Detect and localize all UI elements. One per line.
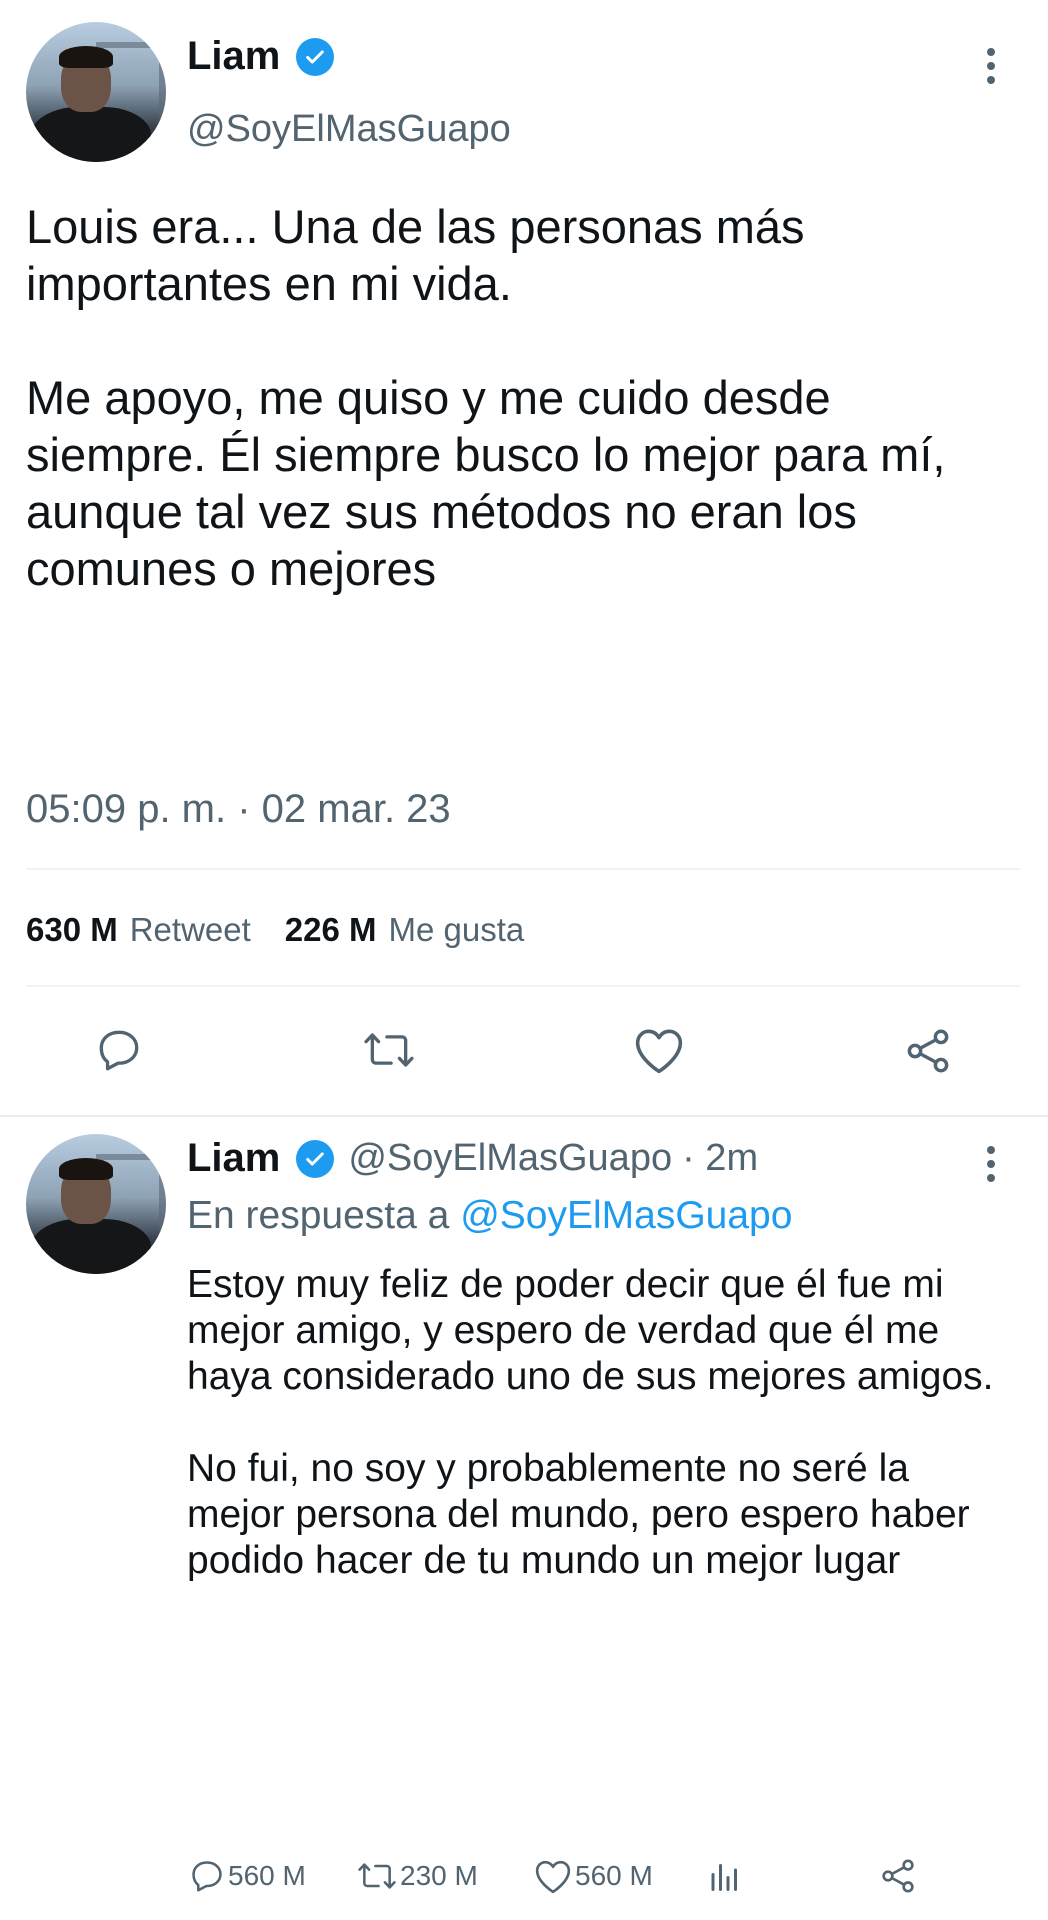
reply-to-mention-link[interactable]: @SoyElMasGuapo (460, 1194, 792, 1237)
reply-to-line: En respuesta a @SoyElMasGuapo (187, 1194, 792, 1238)
author-handle[interactable]: @SoyElMasGuapo (187, 108, 511, 151)
analytics-icon[interactable] (707, 1858, 743, 1894)
reply-author-handle[interactable]: @SoyElMasGuapo (348, 1137, 672, 1180)
reply-action[interactable]: 560 M (188, 1857, 306, 1895)
more-options-icon[interactable] (984, 1146, 998, 1188)
reply-to-prefix: En respuesta a (187, 1194, 450, 1237)
retweets-count[interactable]: 630 M (26, 911, 118, 949)
retweet-icon[interactable] (361, 1025, 417, 1075)
retweets-label[interactable]: Retweet (130, 911, 251, 949)
avatar[interactable] (26, 1134, 166, 1274)
share-icon[interactable] (878, 1856, 918, 1896)
author-name[interactable]: Liam (187, 34, 280, 79)
like-icon[interactable] (533, 1857, 573, 1895)
likes-count[interactable]: 226 M (285, 911, 377, 949)
share-icon[interactable] (902, 1025, 954, 1077)
verified-badge-icon (296, 37, 335, 76)
reply-icon[interactable] (188, 1857, 226, 1895)
author-row: Liam (187, 34, 335, 79)
retweet-count: 230 M (400, 1860, 478, 1891)
engagement-stats: 630 M Retweet 226 M Me gusta (26, 911, 524, 949)
more-options-icon[interactable] (984, 48, 998, 90)
like-icon[interactable] (632, 1025, 686, 1075)
reply-icon[interactable] (94, 1025, 144, 1075)
tweet-timestamp[interactable]: 05:09 p. m. · 02 mar. 23 (26, 787, 451, 832)
divider (0, 1115, 1048, 1117)
like-action[interactable]: 560 M (533, 1857, 653, 1895)
likes-label[interactable]: Me gusta (389, 911, 525, 949)
divider (26, 985, 1020, 987)
verified-badge-icon (296, 1139, 335, 1178)
reply-author-name[interactable]: Liam (187, 1136, 280, 1181)
reply-count: 560 M (228, 1860, 306, 1891)
reply-author-row: Liam @SoyElMasGuapo · 2m (187, 1136, 758, 1181)
retweet-action[interactable]: 230 M (356, 1857, 478, 1895)
tweet-text: Louis era... Una de las personas más imp… (26, 200, 946, 595)
reply-tweet-text: Estoy muy feliz de poder decir que él fu… (187, 1263, 994, 1582)
like-count: 560 M (575, 1860, 653, 1891)
divider (26, 868, 1020, 870)
avatar[interactable] (26, 22, 166, 162)
retweet-icon[interactable] (356, 1857, 398, 1895)
reply-time-ago[interactable]: · 2m (682, 1137, 758, 1180)
